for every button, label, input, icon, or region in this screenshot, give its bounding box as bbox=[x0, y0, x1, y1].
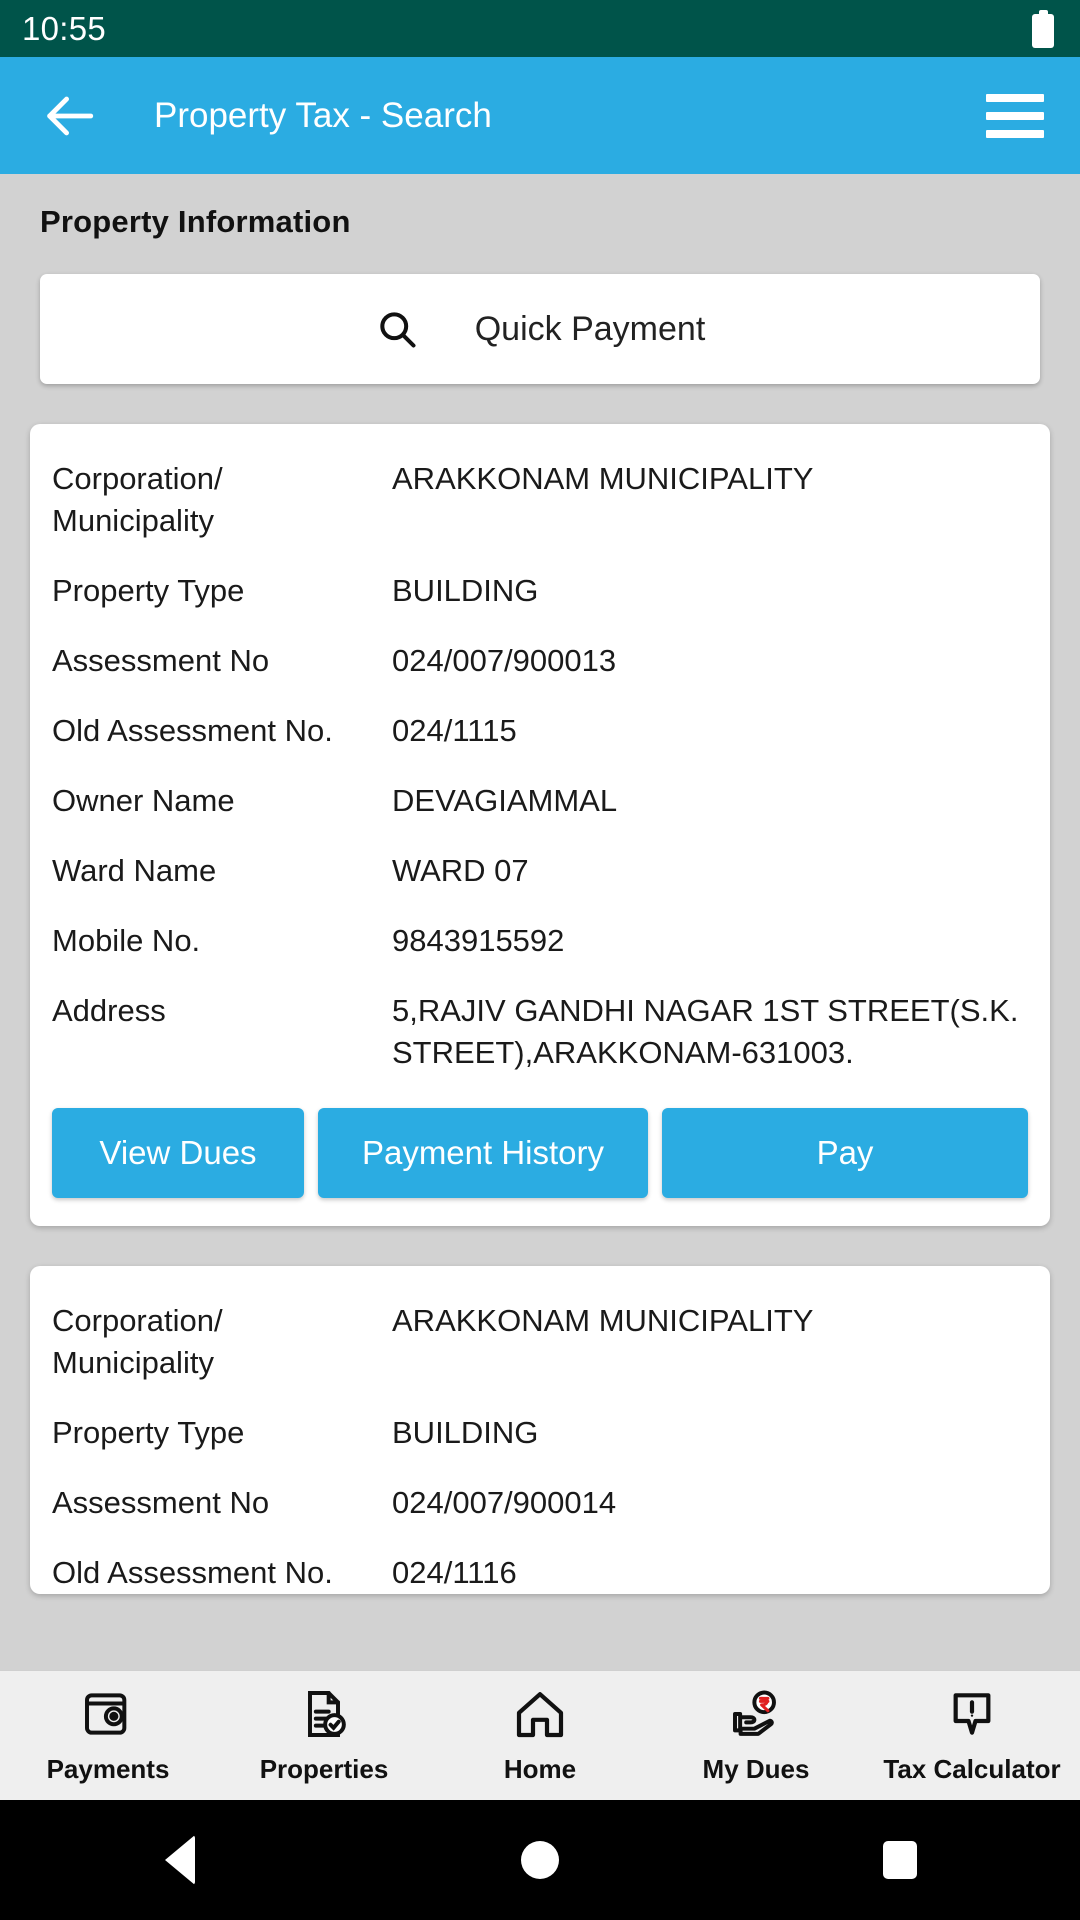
field-label: Old Assessment No. bbox=[52, 1555, 333, 1590]
quick-payment-label: Quick Payment bbox=[474, 309, 706, 348]
nav-label: Payments bbox=[46, 1754, 170, 1784]
nav-item-home[interactable]: Home bbox=[432, 1686, 648, 1785]
field-value: ARAKKONAM MUNICIPALITY bbox=[392, 461, 814, 496]
view-dues-button[interactable]: View Dues bbox=[52, 1108, 304, 1198]
status-bar-clock: 10:55 bbox=[22, 9, 107, 47]
field-corporation: Corporation/ Municipality ARAKKONAM MUNI… bbox=[52, 458, 1028, 542]
field-label: Corporation/ Municipality bbox=[52, 1303, 223, 1380]
field-value: 024/007/900013 bbox=[392, 643, 617, 678]
field-assessment-no: Assessment No 024/007/900014 bbox=[52, 1482, 1028, 1524]
field-value: 024/007/900014 bbox=[392, 1485, 617, 1520]
nav-label: Tax Calculator bbox=[883, 1754, 1061, 1784]
app-bar: Property Tax - Search bbox=[0, 57, 1080, 174]
nav-label: Home bbox=[503, 1754, 577, 1784]
nav-label: Properties bbox=[259, 1754, 389, 1784]
recents-square-icon bbox=[883, 1841, 917, 1879]
field-value: 024/1116 bbox=[392, 1555, 517, 1590]
field-owner-name: Owner Name DEVAGIAMMAL bbox=[52, 780, 1028, 822]
home-icon bbox=[512, 1686, 568, 1742]
document-check-icon bbox=[296, 1686, 352, 1742]
wallet-icon bbox=[80, 1686, 136, 1742]
field-ward-name: Ward Name WARD 07 bbox=[52, 850, 1028, 892]
field-value: 9843915592 bbox=[392, 923, 565, 958]
field-label: Property Type bbox=[52, 573, 245, 608]
field-value: 5,RAJIV GANDHI NAGAR 1ST STREET(S.K. STR… bbox=[392, 993, 1019, 1070]
property-card: Corporation/ Municipality ARAKKONAM MUNI… bbox=[30, 424, 1050, 1226]
field-label: Corporation/ Municipality bbox=[52, 461, 223, 538]
system-back-button[interactable] bbox=[0, 1835, 360, 1885]
nav-item-properties[interactable]: Properties bbox=[216, 1686, 432, 1785]
field-label: Assessment No bbox=[52, 1485, 270, 1520]
field-label: Old Assessment No. bbox=[52, 713, 333, 748]
nav-item-tax-calculator[interactable]: Tax Calculator bbox=[864, 1686, 1080, 1785]
field-label: Owner Name bbox=[52, 783, 235, 818]
system-home-button[interactable] bbox=[360, 1841, 720, 1879]
back-triangle-icon bbox=[165, 1835, 195, 1885]
field-address: Address 5,RAJIV GANDHI NAGAR 1ST STREET(… bbox=[52, 990, 1028, 1074]
field-corporation: Corporation/ Municipality ARAKKONAM MUNI… bbox=[52, 1300, 1028, 1384]
card-action-buttons: View Dues Payment History Pay bbox=[52, 1102, 1028, 1226]
battery-full-icon bbox=[1032, 9, 1054, 48]
field-old-assessment-no: Old Assessment No. 024/1116 bbox=[52, 1552, 1028, 1594]
speech-bubble-exclaim-icon bbox=[944, 1686, 1000, 1742]
field-value: BUILDING bbox=[392, 573, 539, 608]
phone-screen: 10:55 Property Tax - Search Property Inf… bbox=[0, 0, 1080, 1920]
nav-item-my-dues[interactable]: My Dues bbox=[648, 1686, 864, 1785]
field-property-type: Property Type BUILDING bbox=[52, 1412, 1028, 1454]
search-icon bbox=[375, 307, 419, 351]
field-property-type: Property Type BUILDING bbox=[52, 570, 1028, 612]
hamburger-menu-icon[interactable] bbox=[986, 93, 1044, 138]
payment-history-button[interactable]: Payment History bbox=[318, 1108, 648, 1198]
field-value: 024/1115 bbox=[392, 713, 517, 748]
field-label: Ward Name bbox=[52, 853, 217, 888]
bottom-navigation-bar: Payments Properties Home My Dues Tax Cal… bbox=[0, 1670, 1080, 1800]
system-recents-button[interactable] bbox=[720, 1841, 1080, 1879]
scroll-content[interactable]: Property Information Quick Payment Corpo… bbox=[0, 174, 1080, 1670]
hand-rupee-icon bbox=[728, 1686, 784, 1742]
field-label: Assessment No bbox=[52, 643, 270, 678]
android-system-navigation bbox=[0, 1800, 1080, 1920]
field-label: Property Type bbox=[52, 1415, 245, 1450]
pay-button[interactable]: Pay bbox=[662, 1108, 1028, 1198]
field-value: ARAKKONAM MUNICIPALITY bbox=[392, 1303, 814, 1338]
nav-item-payments[interactable]: Payments bbox=[0, 1686, 216, 1785]
field-mobile-no: Mobile No. 9843915592 bbox=[52, 920, 1028, 962]
field-label: Address bbox=[52, 993, 166, 1028]
field-assessment-no: Assessment No 024/007/900013 bbox=[52, 640, 1028, 682]
field-old-assessment-no: Old Assessment No. 024/1115 bbox=[52, 710, 1028, 752]
section-title: Property Information bbox=[40, 204, 351, 239]
quick-payment-search-bar[interactable]: Quick Payment bbox=[40, 274, 1040, 384]
status-bar: 10:55 bbox=[0, 0, 1080, 57]
field-value: DEVAGIAMMAL bbox=[392, 783, 618, 818]
field-value: BUILDING bbox=[392, 1415, 539, 1450]
back-arrow-icon[interactable] bbox=[40, 87, 98, 145]
page-title: Property Tax - Search bbox=[154, 95, 492, 135]
home-circle-icon bbox=[521, 1841, 559, 1879]
property-card: Corporation/ Municipality ARAKKONAM MUNI… bbox=[30, 1266, 1050, 1594]
field-label: Mobile No. bbox=[52, 923, 201, 958]
nav-label: My Dues bbox=[702, 1754, 810, 1784]
field-value: WARD 07 bbox=[392, 853, 529, 888]
